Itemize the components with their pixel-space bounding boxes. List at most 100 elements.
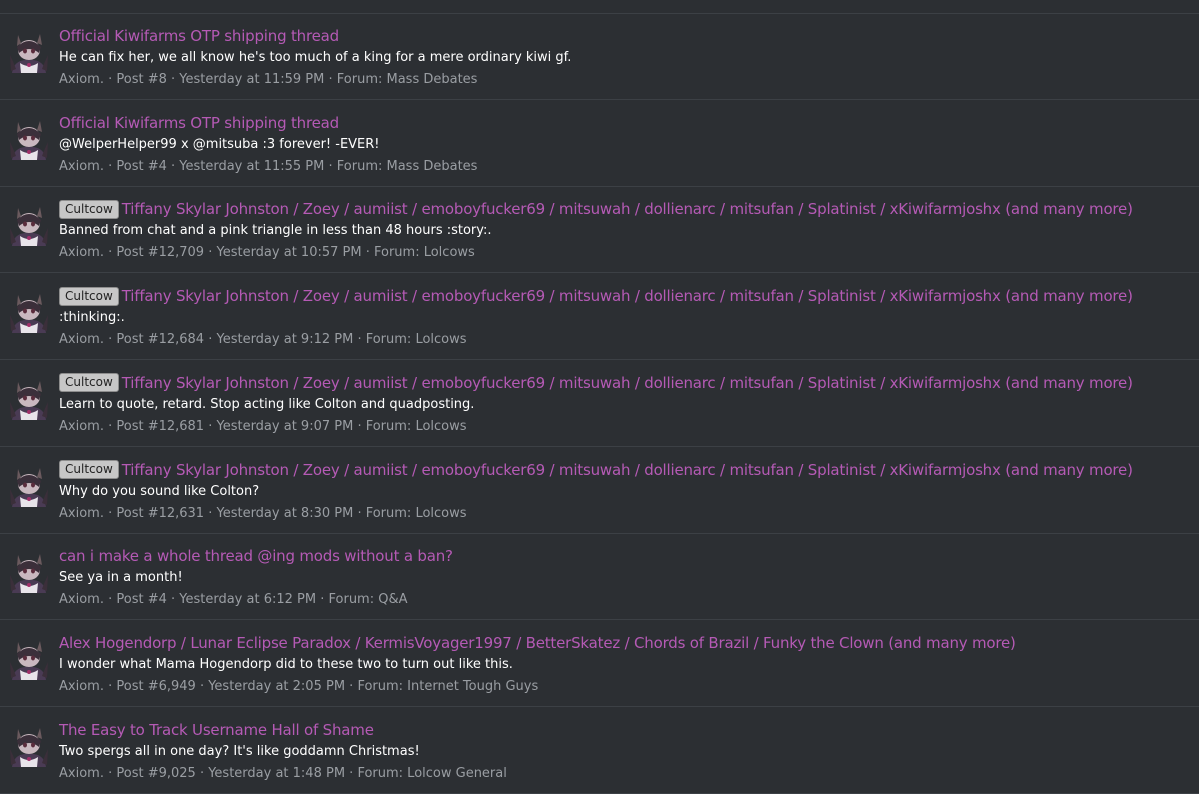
search-result-row: can i make a whole thread @ing mods with… — [0, 534, 1199, 621]
post-snippet[interactable]: I wonder what Mama Hogendorp did to thes… — [59, 656, 513, 674]
result-title-line: Cultcow Tiffany Skylar Johnston / Zoey /… — [59, 198, 1133, 220]
meta-separator: · — [103, 505, 117, 521]
post-snippet[interactable]: Two spergs all in one day? It's like god… — [59, 743, 420, 761]
thread-title-link[interactable]: Official Kiwifarms OTP shipping thread — [59, 25, 339, 47]
post-meta: Axiom. · Post #12,681 · Yesterday at 9:0… — [59, 418, 467, 436]
search-result-row: Cultcow Tiffany Skylar Johnston / Zoey /… — [0, 274, 1199, 361]
post-snippet[interactable]: He can fix her, we all know he's too muc… — [59, 49, 571, 67]
result-title-line: Cultcow Tiffany Skylar Johnston / Zoey /… — [59, 372, 1133, 394]
user-avatar-icon[interactable] — [8, 464, 50, 507]
post-snippet[interactable]: See ya in a month! — [59, 569, 183, 587]
post-number-link[interactable]: Post #12,684 — [116, 332, 204, 347]
user-avatar-icon[interactable] — [8, 551, 50, 594]
author-link[interactable]: Axiom. — [59, 506, 104, 521]
meta-separator: · — [103, 332, 117, 348]
search-result-row: The Easy to Track Username Hall of Shame… — [0, 708, 1199, 794]
meta-separator: · — [204, 418, 217, 434]
forum-link[interactable]: Forum: Lolcows — [366, 506, 467, 521]
search-result-row: Official Kiwifarms OTP shipping thread @… — [0, 101, 1199, 187]
meta-separator: · — [103, 765, 117, 781]
result-title-line: Cultcow Tiffany Skylar Johnston / Zoey /… — [59, 285, 1133, 307]
forum-link[interactable]: Forum: Lolcows — [366, 419, 467, 434]
search-result-row: Alex Hogendorp / Lunar Eclipse Paradox /… — [0, 621, 1199, 707]
thread-title-link[interactable]: Tiffany Skylar Johnston / Zoey / aumiist… — [122, 372, 1133, 394]
meta-separator: · — [324, 158, 337, 174]
user-avatar-icon[interactable] — [8, 724, 50, 767]
thread-title-link[interactable]: can i make a whole thread @ing mods with… — [59, 545, 453, 567]
post-meta: Axiom. · Post #6,949 · Yesterday at 2:05… — [59, 678, 538, 696]
meta-separator: · — [103, 158, 117, 174]
thread-title-link[interactable]: Tiffany Skylar Johnston / Zoey / aumiist… — [122, 459, 1133, 481]
forum-link[interactable]: Forum: Mass Debates — [337, 72, 478, 87]
thread-title-link[interactable]: Tiffany Skylar Johnston / Zoey / aumiist… — [122, 285, 1133, 307]
thread-prefix-label[interactable]: Cultcow — [59, 373, 119, 393]
search-result-row: Cultcow Tiffany Skylar Johnston / Zoey /… — [0, 361, 1199, 447]
meta-separator: · — [195, 765, 209, 781]
forum-link[interactable]: Forum: Mass Debates — [337, 159, 478, 174]
post-time: Yesterday at 11:59 PM — [179, 72, 325, 87]
result-title-line: Cultcow Tiffany Skylar Johnston / Zoey /… — [59, 459, 1133, 481]
post-time: Yesterday at 1:48 PM — [208, 765, 346, 781]
result-title-line: Official Kiwifarms OTP shipping thread — [59, 25, 339, 47]
meta-separator: · — [345, 678, 358, 694]
meta-separator: · — [103, 592, 117, 608]
author-link[interactable]: Axiom. — [59, 419, 104, 434]
post-number-link[interactable]: Post #12,681 — [116, 419, 204, 434]
author-link[interactable]: Axiom. — [59, 159, 104, 174]
result-title-line: The Easy to Track Username Hall of Shame — [59, 719, 374, 741]
meta-separator: · — [204, 505, 217, 521]
post-time: Yesterday at 10:57 PM — [216, 245, 362, 261]
thread-title-link[interactable]: Tiffany Skylar Johnston / Zoey / aumiist… — [122, 198, 1133, 220]
thread-title-link[interactable]: Alex Hogendorp / Lunar Eclipse Paradox /… — [59, 632, 1016, 654]
forum-link[interactable]: Forum: Internet Tough Guys — [357, 679, 538, 694]
forum-link[interactable]: Forum: Lolcows — [366, 332, 467, 347]
post-time: Yesterday at 2:05 PM — [208, 678, 346, 694]
post-meta: Axiom. · Post #4 · Yesterday at 6:12 PM … — [59, 591, 408, 609]
meta-separator: · — [166, 72, 180, 87]
post-number-link[interactable]: Post #12,709 — [116, 245, 204, 260]
post-snippet[interactable]: Why do you sound like Colton? — [59, 483, 259, 501]
post-number-link[interactable]: Post #4 — [116, 592, 167, 607]
thread-prefix-label[interactable]: Cultcow — [59, 199, 119, 219]
meta-separator: · — [353, 332, 366, 348]
forum-link[interactable]: Forum: Q&A — [329, 592, 408, 607]
meta-separator: · — [353, 505, 366, 521]
author-link[interactable]: Axiom. — [59, 679, 104, 694]
post-number-link[interactable]: Post #6,949 — [116, 679, 195, 694]
author-link[interactable]: Axiom. — [59, 72, 104, 87]
user-avatar-icon[interactable] — [8, 291, 50, 334]
author-link[interactable]: Axiom. — [59, 332, 104, 347]
post-meta: Axiom. · Post #4 · Yesterday at 11:55 PM… — [59, 158, 477, 176]
post-number-link[interactable]: Post #12,631 — [116, 506, 204, 521]
thread-prefix-label[interactable]: Cultcow — [59, 286, 119, 306]
post-number-link[interactable]: Post #8 — [116, 72, 167, 87]
forum-link[interactable]: Forum: Lolcows — [374, 245, 475, 260]
user-avatar-icon[interactable] — [8, 117, 50, 160]
meta-separator: · — [103, 245, 117, 261]
meta-separator: · — [353, 418, 366, 434]
user-avatar-icon[interactable] — [8, 204, 50, 247]
author-link[interactable]: Axiom. — [59, 766, 104, 781]
user-avatar-icon[interactable] — [8, 637, 50, 680]
meta-separator: · — [103, 678, 117, 694]
post-snippet[interactable]: Banned from chat and a pink triangle in … — [59, 222, 492, 240]
post-number-link[interactable]: Post #4 — [116, 159, 167, 174]
author-link[interactable]: Axiom. — [59, 245, 104, 260]
post-number-link[interactable]: Post #9,025 — [116, 766, 195, 781]
meta-separator: · — [166, 158, 180, 174]
meta-separator: · — [195, 678, 209, 694]
thread-title-link[interactable]: The Easy to Track Username Hall of Shame — [59, 719, 374, 741]
post-snippet[interactable]: Learn to quote, retard. Stop acting like… — [59, 396, 474, 414]
post-snippet[interactable]: @WelperHelper99 x @mitsuba :3 forever! -… — [59, 136, 380, 154]
user-avatar-icon[interactable] — [8, 31, 50, 73]
meta-separator: · — [103, 418, 117, 434]
post-snippet[interactable]: :thinking:. — [59, 309, 125, 327]
author-link[interactable]: Axiom. — [59, 592, 104, 607]
thread-prefix-label[interactable]: Cultcow — [59, 460, 119, 479]
post-time: Yesterday at 9:07 PM — [216, 418, 354, 434]
thread-title-link[interactable]: Official Kiwifarms OTP shipping thread — [59, 112, 339, 134]
result-title-line: Alex Hogendorp / Lunar Eclipse Paradox /… — [59, 632, 1016, 654]
user-avatar-icon[interactable] — [8, 377, 50, 420]
forum-link[interactable]: Forum: Lolcow General — [357, 766, 506, 781]
post-time: Yesterday at 6:12 PM — [179, 592, 317, 608]
